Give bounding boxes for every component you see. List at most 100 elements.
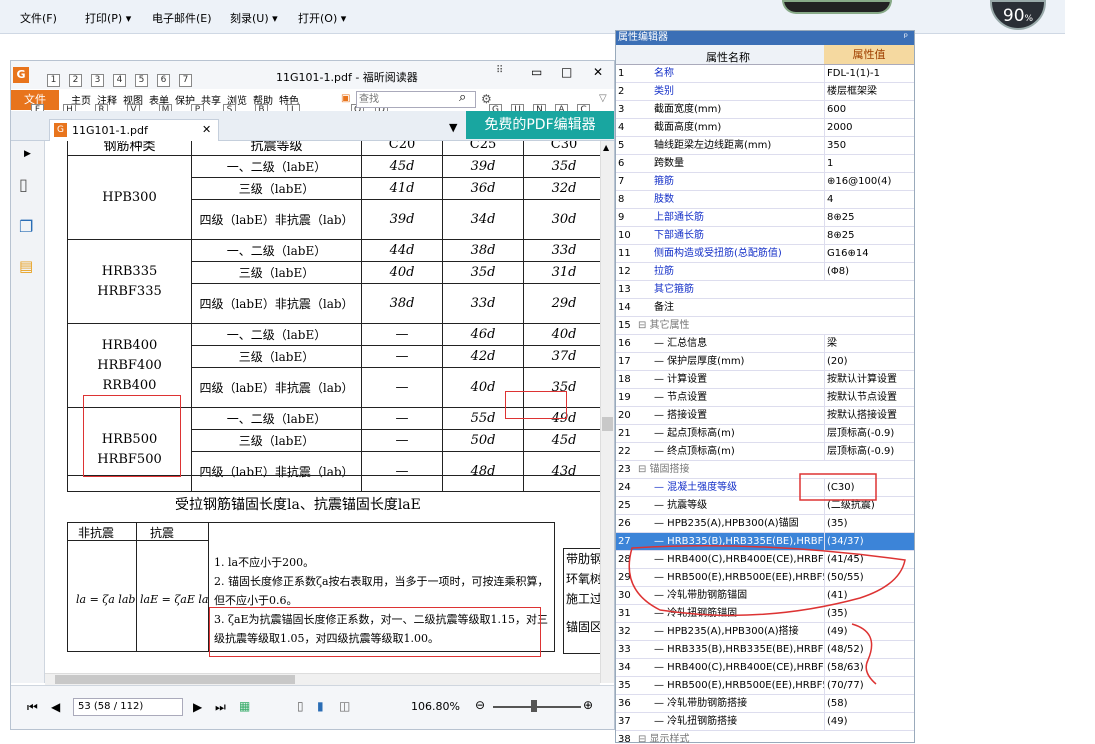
search-input[interactable] (356, 91, 476, 108)
property-value[interactable]: 2000 (824, 119, 914, 136)
ad-banner[interactable]: 免费的PDF编辑器 (466, 111, 614, 139)
property-value[interactable]: 1 (824, 155, 914, 172)
property-row[interactable]: 31 — 冷轧扭钢筋锚固 (35) (616, 605, 914, 623)
tab-document[interactable]: G 11G101-1.pdf ✕ (49, 119, 219, 141)
menu-open[interactable]: 打开(O) ▾ (298, 10, 346, 26)
pin-icon[interactable]: ᵖ (904, 31, 908, 45)
property-value[interactable]: (35) (824, 605, 914, 622)
property-value[interactable]: 按默认节点设置 (824, 389, 914, 406)
vscroll-thumb[interactable] (602, 417, 613, 431)
view-mode-icon[interactable]: ▦ (239, 699, 250, 713)
property-row[interactable]: 4 截面高度(mm) 2000 (616, 119, 914, 137)
property-row[interactable]: 19 — 节点设置 按默认节点设置 (616, 389, 914, 407)
menu-print[interactable]: 打印(P) ▾ (85, 10, 131, 26)
property-value[interactable]: (41) (824, 587, 914, 604)
property-value[interactable]: (Φ8) (824, 263, 914, 280)
ribbon-tab-5[interactable]: 共享 (201, 92, 221, 107)
property-value[interactable]: (49) (824, 623, 914, 640)
property-row[interactable]: 2 类别 楼层框架梁 (616, 83, 914, 101)
close-icon[interactable]: ✕ (593, 65, 603, 79)
property-row[interactable]: 5 轴线距梁左边线距离(mm) 350 (616, 137, 914, 155)
property-value[interactable]: G16⊕14 (824, 245, 914, 262)
property-value[interactable]: (41/45) (824, 551, 914, 568)
property-value[interactable]: 350 (824, 137, 914, 154)
property-value[interactable]: (70/77) (824, 677, 914, 694)
zoom-slider-track[interactable] (493, 706, 581, 708)
pdf-horizontal-scrollbar[interactable] (45, 673, 600, 685)
property-value[interactable]: (20) (824, 353, 914, 370)
property-row[interactable]: 10 下部通长筋 8⊕25 (616, 227, 914, 245)
next-page-icon[interactable]: ▶ (193, 700, 202, 714)
quick-key-1[interactable]: 1 (47, 74, 60, 87)
property-value[interactable]: 按默认计算设置 (824, 371, 914, 388)
property-value[interactable]: (58) (824, 695, 914, 712)
property-value[interactable]: 600 (824, 101, 914, 118)
property-value[interactable]: (50/55) (824, 569, 914, 586)
property-row[interactable]: 38 ⊟ 显示样式 (616, 731, 914, 744)
property-row[interactable]: 6 跨数量 1 (616, 155, 914, 173)
folder-icon[interactable]: ▣ (341, 93, 350, 104)
property-row[interactable]: 23 ⊟ 锚固搭接 (616, 461, 914, 479)
quick-key-2[interactable]: 2 (69, 74, 82, 87)
property-value[interactable]: 按默认搭接设置 (824, 407, 914, 424)
property-row[interactable]: 13 其它箍筋 (616, 281, 914, 299)
menu-burn[interactable]: 刻录(U) ▾ (230, 10, 278, 26)
pdf-vertical-scrollbar[interactable]: ▲ (600, 141, 614, 683)
scroll-up-icon[interactable]: ▲ (603, 143, 609, 152)
property-value[interactable]: 8⊕25 (824, 209, 914, 226)
pages-icon[interactable]: ❐ (19, 217, 33, 236)
property-value[interactable]: (34/37) (824, 533, 914, 550)
property-row[interactable]: 22 — 终点顶标高(m) 层顶标高(-0.9) (616, 443, 914, 461)
first-page-icon[interactable]: ⏮ (27, 700, 38, 715)
property-row[interactable]: 16 — 汇总信息 梁 (616, 335, 914, 353)
property-row[interactable]: 15 ⊟ 其它属性 (616, 317, 914, 335)
property-value[interactable]: 梁 (824, 335, 914, 352)
quick-key-3[interactable]: 3 (91, 74, 104, 87)
quick-key-7[interactable]: 7 (179, 74, 192, 87)
zoom-out-icon[interactable]: ⊖ (475, 698, 485, 712)
continuous-icon[interactable]: ▮ (317, 699, 324, 713)
property-row[interactable]: 32 — HPB235(A),HPB300(A)搭接 (49) (616, 623, 914, 641)
property-row[interactable]: 18 — 计算设置 按默认计算设置 (616, 371, 914, 389)
property-value[interactable]: (48/52) (824, 641, 914, 658)
menu-file[interactable]: 文件(F) (20, 10, 57, 26)
tab-dropdown-icon[interactable]: ▼ (449, 121, 457, 134)
quick-key-6[interactable]: 6 (157, 74, 170, 87)
property-row[interactable]: 29 — HRB500(E),HRB500E(EE),HRBF5 (50/55) (616, 569, 914, 587)
page-indicator[interactable]: 53 (58 / 112) (73, 698, 183, 716)
maximize-icon[interactable]: □ (561, 65, 572, 79)
quick-key-5[interactable]: 5 (135, 74, 148, 87)
property-value[interactable]: 4 (824, 191, 914, 208)
hscroll-thumb[interactable] (55, 675, 295, 684)
property-row[interactable]: 17 — 保护层厚度(mm) (20) (616, 353, 914, 371)
property-value[interactable]: 层顶标高(-0.9) (824, 443, 914, 460)
search-icon[interactable]: ⌕ (459, 90, 466, 105)
quick-key-4[interactable]: 4 (113, 74, 126, 87)
property-value[interactable]: (二级抗震) (824, 497, 914, 514)
property-row[interactable]: 27 — HRB335(B),HRB335E(BE),HRBF3 (34/37) (616, 533, 914, 551)
bookmark-icon[interactable]: ▯ (19, 175, 28, 194)
property-row[interactable]: 7 箍筋 ⊕16@100(4) (616, 173, 914, 191)
property-row[interactable]: 12 拉筋 (Φ8) (616, 263, 914, 281)
zoom-in-icon[interactable]: ⊕ (583, 698, 593, 712)
menu-email[interactable]: 电子邮件(E) (152, 10, 212, 26)
property-row[interactable]: 20 — 搭接设置 按默认搭接设置 (616, 407, 914, 425)
property-row[interactable]: 36 — 冷轧带肋钢筋搭接 (58) (616, 695, 914, 713)
property-row[interactable]: 21 — 起点顶标高(m) 层顶标高(-0.9) (616, 425, 914, 443)
expand-icon[interactable]: ▽ (599, 93, 607, 104)
property-row[interactable]: 25 — 抗震等级 (二级抗震) (616, 497, 914, 515)
comment-list-icon[interactable]: ▤ (19, 257, 33, 275)
property-row[interactable]: 14 备注 (616, 299, 914, 317)
facing-icon[interactable]: ◫ (339, 699, 350, 713)
layout-icon[interactable]: ⠿ (496, 65, 503, 76)
property-row[interactable]: 8 肢数 4 (616, 191, 914, 209)
property-row[interactable]: 26 — HPB235(A),HPB300(A)锚固 (35) (616, 515, 914, 533)
property-value[interactable]: 楼层框架梁 (824, 83, 914, 100)
property-value[interactable]: 8⊕25 (824, 227, 914, 244)
last-page-icon[interactable]: ⏭ (215, 700, 226, 715)
property-value[interactable]: (35) (824, 515, 914, 532)
property-row[interactable]: 3 截面宽度(mm) 600 (616, 101, 914, 119)
property-row[interactable]: 34 — HRB400(C),HRB400E(CE),HRBF4 (58/63) (616, 659, 914, 677)
tab-close-icon[interactable]: ✕ (202, 123, 211, 136)
zoom-slider-thumb[interactable] (531, 700, 537, 712)
